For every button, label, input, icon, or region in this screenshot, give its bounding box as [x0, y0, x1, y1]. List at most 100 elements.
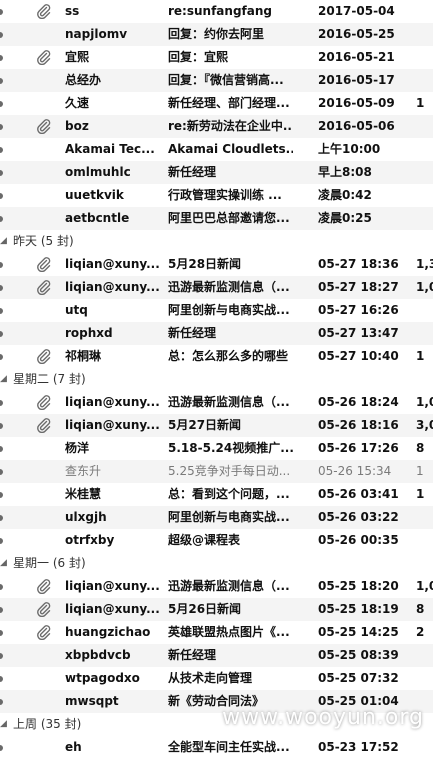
- email-row[interactable]: 米桂慧 总：看到这个问题，... 05-26 03:41 1: [0, 483, 433, 506]
- group-header[interactable]: ◢ 星期一 (6 封): [0, 552, 433, 575]
- collapse-caret-icon[interactable]: ◢: [0, 552, 8, 575]
- paperclip-icon: [37, 575, 51, 598]
- email-sender: liqian@xuny...: [65, 602, 160, 616]
- email-sender: aetbcntle: [65, 211, 130, 225]
- email-row[interactable]: eh 全能型车间主任实战... 05-23 17:52: [0, 736, 433, 759]
- email-subject: 英雄联盟热点图片《...: [168, 625, 290, 639]
- unread-dot-icon: [0, 676, 3, 682]
- email-subject: 新任经理、部门经理...: [168, 96, 290, 110]
- email-row[interactable]: napjlomv 回复：约你去阿里 2016-05-25: [0, 23, 433, 46]
- email-row[interactable]: Akamai Tec... Akamai Cloudlets... 上午10:00: [0, 138, 433, 161]
- unread-dot-icon: [0, 607, 3, 613]
- collapse-caret-icon[interactable]: ◢: [0, 368, 8, 391]
- email-row[interactable]: liqian@xuny... 迅游最新监测信息（... 05-26 18:24 1,0: [0, 391, 433, 414]
- unread-dot-icon: [0, 400, 3, 406]
- email-subject: 总：怎么那么多的哪些: [168, 349, 289, 363]
- email-row[interactable]: boz re:新劳动法在企业中... 2016-05-06: [0, 115, 433, 138]
- unread-dot-icon: [0, 9, 3, 15]
- email-row[interactable]: ulxgjh 阿里创新与电商实战... 05-26 03:22: [0, 506, 433, 529]
- unread-dot-icon: [0, 423, 3, 429]
- email-row[interactable]: aetbcntle 阿里巴巴总部邀请您... 凌晨0:25: [0, 207, 433, 230]
- group-header[interactable]: ◢ 昨天 (5 封): [0, 230, 433, 253]
- email-subject: 5.18-5.24视频推广...: [168, 441, 293, 455]
- email-date: 05-26 17:26: [318, 441, 399, 455]
- email-date: 05-26 00:35: [318, 533, 399, 547]
- unread-dot-icon: [0, 101, 3, 107]
- group-label: 昨天 (5 封): [13, 234, 74, 248]
- paperclip-icon: [37, 391, 51, 414]
- email-date: 05-27 18:36: [318, 257, 399, 271]
- email-row[interactable]: uuetkvik 行政管理实操训练 ... 凌晨0:42: [0, 184, 433, 207]
- email-row[interactable]: xbpbdvcb 新任经理 05-25 08:39: [0, 644, 433, 667]
- email-size: 8: [416, 441, 425, 455]
- email-row[interactable]: 查东升 5.25竞争对手每日动... 05-26 15:34 1: [0, 460, 433, 483]
- email-date: 早上8:08: [318, 165, 372, 179]
- email-row[interactable]: 总经办 回复：『微信营销高... 2016-05-17: [0, 69, 433, 92]
- email-subject: 回复：约你去阿里: [168, 27, 265, 41]
- unread-dot-icon: [0, 32, 3, 38]
- email-row[interactable]: rophxd 新任经理 05-27 13:47: [0, 322, 433, 345]
- email-row[interactable]: liqian@xuny... 迅游最新监测信息（... 05-25 18:20 1,0: [0, 575, 433, 598]
- email-date: 2016-05-06: [318, 119, 395, 133]
- unread-dot-icon: [0, 285, 3, 291]
- email-size: 1,0: [416, 395, 433, 409]
- unread-dot-icon: [0, 216, 3, 222]
- email-sender: uuetkvik: [65, 188, 124, 202]
- email-subject: 新任经理: [168, 326, 217, 340]
- email-row[interactable]: 久速 新任经理、部门经理... 2016-05-09 1: [0, 92, 433, 115]
- unread-dot-icon: [0, 331, 3, 337]
- group-header[interactable]: ◢ 星期二 (7 封): [0, 368, 433, 391]
- email-subject: Akamai Cloudlets...: [168, 142, 293, 156]
- email-date: 05-26 03:41: [318, 487, 399, 501]
- email-row[interactable]: wtpagodxo 从技术走向管理 05-25 07:32: [0, 667, 433, 690]
- email-row[interactable]: ss re:sunfangfang 2017-05-04: [0, 0, 433, 23]
- email-subject: re:新劳动法在企业中...: [168, 119, 293, 133]
- email-row[interactable]: liqian@xuny... 5月28日新闻 05-27 18:36 1,3: [0, 253, 433, 276]
- email-subject: 总：看到这个问题，...: [168, 487, 290, 501]
- email-date: 05-25 18:20: [318, 579, 399, 593]
- email-sender: 祁桐琳: [65, 349, 102, 363]
- email-row[interactable]: liqian@xuny... 迅游最新监测信息（... 05-27 18:27 1,0: [0, 276, 433, 299]
- email-date: 2016-05-17: [318, 73, 395, 87]
- email-row[interactable]: utq 阿里创新与电商实战... 05-27 16:26: [0, 299, 433, 322]
- unread-dot-icon: [0, 584, 3, 590]
- email-subject: re:sunfangfang: [168, 4, 272, 18]
- email-size: 1,0: [416, 280, 433, 294]
- email-date: 05-27 10:40: [318, 349, 399, 363]
- email-row[interactable]: otrfxby 超级@课程表 05-26 00:35: [0, 529, 433, 552]
- email-subject: 新任经理: [168, 165, 217, 179]
- email-date: 05-26 15:34: [318, 464, 392, 478]
- email-subject: 5.25竞争对手每日动...: [168, 464, 291, 478]
- email-sender: xbpbdvcb: [65, 648, 131, 662]
- email-row[interactable]: liqian@xuny... 5月27日新闻 05-26 18:16 3,0: [0, 414, 433, 437]
- email-row[interactable]: 宜熙 回复：宜熙 2016-05-21: [0, 46, 433, 69]
- email-sender: 杨洋: [65, 441, 90, 455]
- email-subject: 行政管理实操训练 ...: [168, 188, 282, 202]
- email-size: 1: [416, 464, 424, 478]
- email-sender: ss: [65, 4, 80, 18]
- email-subject: 阿里巴巴总部邀请您...: [168, 211, 290, 225]
- email-row[interactable]: huangzichao 英雄联盟热点图片《... 05-25 14:25 2: [0, 621, 433, 644]
- email-subject: 新任经理: [168, 648, 217, 662]
- email-sender: boz: [65, 119, 89, 133]
- paperclip-icon: [37, 276, 51, 299]
- group-label: 星期二 (7 封): [13, 372, 86, 386]
- email-sender: liqian@xuny...: [65, 257, 160, 271]
- email-size: 1,0: [416, 579, 433, 593]
- collapse-caret-icon[interactable]: ◢: [0, 230, 8, 253]
- collapse-caret-icon[interactable]: ◢: [0, 713, 8, 736]
- email-date: 2017-05-04: [318, 4, 395, 18]
- email-date: 2016-05-09: [318, 96, 395, 110]
- unread-dot-icon: [0, 492, 3, 498]
- paperclip-icon: [37, 414, 51, 437]
- email-row[interactable]: omlmuhlc 新任经理 早上8:08: [0, 161, 433, 184]
- watermark: www.wooyun.org: [222, 705, 424, 730]
- email-row[interactable]: liqian@xuny... 5月26日新闻 05-25 18:19 8: [0, 598, 433, 621]
- email-subject: 回复：宜熙: [168, 50, 229, 64]
- email-subject: 5月26日新闻: [168, 602, 242, 616]
- email-sender: rophxd: [65, 326, 113, 340]
- email-row[interactable]: 祁桐琳 总：怎么那么多的哪些 05-27 10:40 1: [0, 345, 433, 368]
- email-row[interactable]: 杨洋 5.18-5.24视频推广... 05-26 17:26 8: [0, 437, 433, 460]
- email-sender: huangzichao: [65, 625, 151, 639]
- email-sender: utq: [65, 303, 88, 317]
